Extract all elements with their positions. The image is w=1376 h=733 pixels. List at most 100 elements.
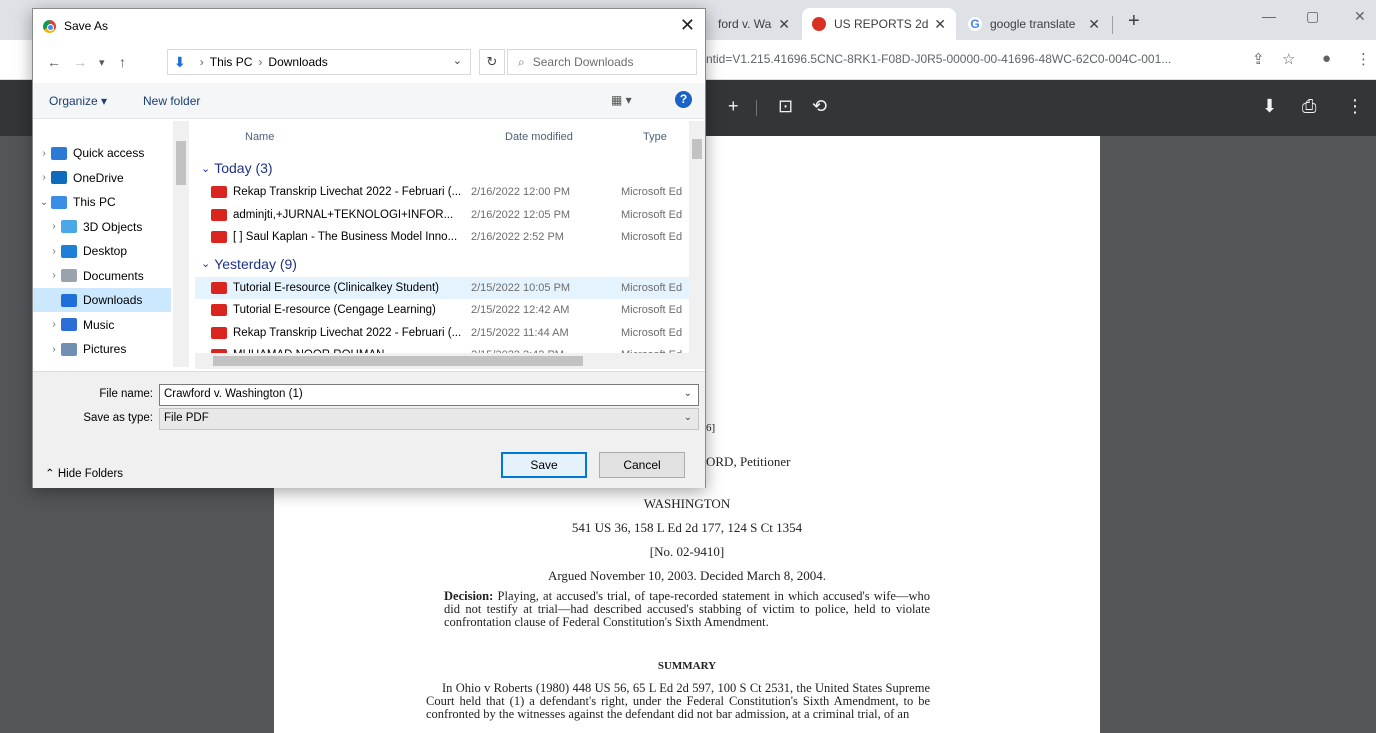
menu-icon[interactable]: ⋮	[1356, 50, 1371, 68]
maximize-button[interactable]: ▢	[1306, 8, 1319, 25]
print-icon[interactable]: ⎙	[1302, 96, 1316, 117]
nav-item-label: Desktop	[83, 244, 128, 258]
tab-crawford[interactable]: ford v. Was ✕	[708, 8, 800, 40]
file-type: Microsoft Ed	[621, 208, 683, 221]
chevron-icon[interactable]: ›	[37, 148, 51, 159]
minimize-button[interactable]: —	[1262, 8, 1276, 24]
path-dropdown-icon[interactable]: ⌄	[453, 54, 462, 67]
breadcrumb-separator: ›	[199, 55, 204, 69]
refresh-button[interactable]: ↻	[479, 49, 505, 75]
chevron-icon[interactable]: ›	[47, 246, 61, 257]
nav-item[interactable]: › OneDrive	[33, 166, 171, 190]
new-folder-button[interactable]: New folder	[143, 94, 200, 108]
file-name-field[interactable]: Crawford v. Washington (1) ⌄	[159, 384, 699, 406]
share-icon[interactable]: ⇪	[1252, 50, 1265, 68]
url-field[interactable]: ntid=V1.215.41696.5CNC-8RK1-F08D-J0R5-00…	[706, 52, 1246, 66]
file-name: adminjti,+JURNAL+TEKNOLOGI+INFOR...	[233, 208, 454, 221]
file-row[interactable]: Tutorial E-resource (Clinicalkey Student…	[195, 276, 689, 299]
address-path[interactable]: ⬇ › This PC › Downloads ⌄	[167, 49, 471, 75]
download-icon[interactable]: ⬇	[1262, 96, 1277, 117]
chevron-icon[interactable]: ›	[47, 319, 61, 330]
close-window-button[interactable]: ✕	[1354, 8, 1366, 25]
nav-item[interactable]: › Desktop	[33, 239, 171, 263]
folder-icon	[51, 195, 67, 209]
nav-scrollbar[interactable]	[173, 121, 189, 367]
chevron-down-icon[interactable]: ⌄	[684, 412, 692, 423]
chevron-down-icon[interactable]: ⌄	[201, 162, 210, 175]
zoom-in-button[interactable]: +	[728, 96, 739, 117]
back-arrow-icon[interactable]: ←	[47, 54, 61, 70]
tab-title: US REPORTS 2d	[834, 17, 929, 31]
cancel-button[interactable]: Cancel	[599, 452, 685, 478]
nav-item[interactable]: ⌄ This PC	[33, 190, 171, 214]
save-type-select[interactable]: File PDF ⌄	[159, 408, 699, 430]
nav-item[interactable]: › 3D Objects	[33, 215, 171, 239]
fit-page-icon[interactable]: ⊡	[778, 96, 793, 117]
scroll-thumb[interactable]	[213, 356, 583, 366]
column-type[interactable]: Type	[643, 131, 667, 143]
bookmark-star-icon[interactable]: ☆	[1282, 50, 1295, 68]
hide-folders-label: Hide Folders	[57, 468, 124, 480]
file-date: 2/15/2022 12:42 AM	[471, 304, 570, 316]
file-vertical-scrollbar[interactable]	[689, 121, 705, 369]
breadcrumb-downloads[interactable]: Downloads	[268, 55, 327, 69]
more-options-icon[interactable]: ⋮	[1346, 96, 1364, 117]
new-tab-button[interactable]: +	[1128, 10, 1140, 33]
group-header[interactable]: ⌄ Yesterday (9)	[195, 253, 689, 275]
page-petitioner: ORD, Petitioner	[706, 454, 791, 469]
nav-item[interactable]: Downloads	[33, 288, 171, 312]
breadcrumb-this-pc[interactable]: This PC	[210, 55, 253, 69]
column-date-modified[interactable]: Date modified	[505, 131, 573, 143]
file-row[interactable]: Rekap Transkrip Livechat 2022 - Februari…	[195, 322, 689, 344]
file-date: 2/15/2022 11:44 AM	[471, 326, 569, 339]
tab-close-icon[interactable]: ✕	[778, 16, 790, 33]
search-input[interactable]: ⌕ Search Downloads	[507, 49, 697, 75]
chevron-icon[interactable]: ›	[37, 172, 51, 183]
breadcrumb-separator: ›	[258, 55, 263, 69]
profile-icon[interactable]: ●	[1322, 50, 1331, 67]
tab-google-translate[interactable]: G google translate ✕	[958, 8, 1110, 40]
chevron-icon[interactable]: ›	[47, 344, 61, 355]
chevron-down-icon[interactable]: ⌄	[684, 388, 692, 399]
folder-icon	[51, 146, 67, 160]
help-icon[interactable]: ?	[675, 91, 692, 108]
up-arrow-icon[interactable]: ↑	[119, 54, 126, 70]
tab-us-reports[interactable]: US REPORTS 2d ✕	[802, 8, 956, 40]
dialog-nav-row: ← → ▾ ↑ ⬇ › This PC › Downloads ⌄ ↻ ⌕ Se…	[33, 47, 705, 79]
group-header[interactable]: ⌄ Today (3)	[195, 157, 689, 179]
file-row[interactable]: Rekap Transkrip Livechat 2022 - Februari…	[195, 181, 689, 203]
scroll-thumb[interactable]	[692, 139, 702, 159]
chevron-down-icon[interactable]: ⌄	[201, 257, 210, 270]
nav-item-label: This PC	[73, 195, 116, 209]
scroll-thumb[interactable]	[176, 141, 186, 185]
recent-locations-icon[interactable]: ▾	[99, 56, 105, 69]
dialog-title: Save As	[64, 19, 109, 33]
pdf-file-icon	[211, 231, 227, 243]
tab-close-icon[interactable]: ✕	[934, 16, 946, 33]
dialog-close-button[interactable]: ✕	[680, 15, 695, 36]
rotate-icon[interactable]: ⟲	[812, 96, 827, 117]
chevron-icon[interactable]: ⌄	[37, 197, 51, 208]
file-row[interactable]: [ ] Saul Kaplan - The Business Model Inn…	[195, 226, 689, 248]
nav-item[interactable]: › Quick access	[33, 141, 171, 165]
column-name[interactable]: Name	[245, 131, 274, 143]
save-button[interactable]: Save	[501, 452, 587, 478]
folder-icon	[51, 171, 67, 184]
dialog-titlebar[interactable]: Save As ✕	[33, 9, 705, 43]
view-options-button[interactable]: ▦ ▾	[611, 93, 632, 107]
file-row[interactable]: adminjti,+JURNAL+TEKNOLOGI+INFOR... 2/16/…	[195, 204, 689, 226]
chevron-icon[interactable]: ›	[47, 270, 61, 281]
file-row[interactable]: Tutorial E-resource (Cengage Learning) 2/…	[195, 299, 689, 321]
nav-item[interactable]: › Music	[33, 313, 171, 337]
column-headers: Name Date modified Type	[195, 121, 689, 149]
file-horizontal-scrollbar[interactable]	[195, 353, 689, 369]
hide-folders-button[interactable]: ⌃ Hide Folders	[45, 466, 123, 480]
nav-item[interactable]: › Documents	[33, 264, 171, 288]
tab-close-icon[interactable]: ✕	[1088, 16, 1100, 33]
nav-item[interactable]: › Pictures	[33, 337, 171, 361]
file-list: Name Date modified Type ⌄ Today (3) Rekap …	[195, 121, 705, 369]
file-name-label: File name:	[99, 388, 153, 400]
forward-arrow-icon[interactable]: →	[73, 54, 87, 70]
chevron-icon[interactable]: ›	[47, 221, 61, 232]
organize-button[interactable]: Organize ▾	[49, 94, 107, 108]
